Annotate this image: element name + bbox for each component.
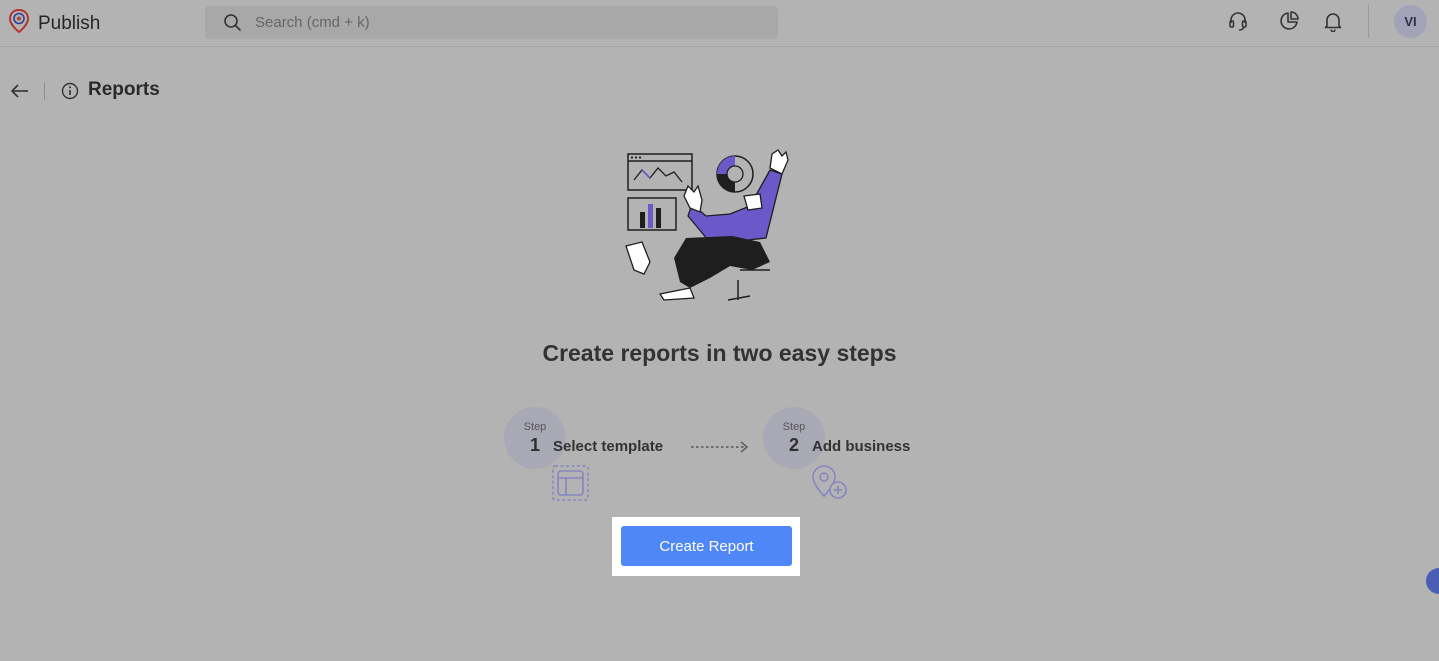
step-2-word: Step (782, 421, 806, 433)
top-bar: Publish VI (0, 0, 1439, 47)
pie-chart-icon[interactable] (1278, 10, 1300, 32)
step-2-label: Add business (812, 438, 911, 455)
headset-support-icon[interactable] (1227, 10, 1249, 32)
bell-icon[interactable] (1322, 10, 1344, 33)
dotted-arrow-icon (690, 440, 750, 459)
toolbar-divider (1368, 4, 1369, 38)
create-report-highlight: Create Report (612, 517, 800, 576)
page-title: Reports (88, 79, 160, 100)
step-1-label: Select template (553, 438, 664, 455)
search-bar[interactable] (205, 6, 778, 39)
publish-logo-icon (8, 8, 30, 39)
search-input[interactable] (255, 6, 755, 39)
help-widget-icon[interactable] (1426, 568, 1439, 594)
location-add-icon (810, 464, 850, 507)
step-1-word: Step (523, 421, 547, 433)
brand[interactable]: Publish (8, 8, 100, 39)
avatar[interactable]: VI (1394, 5, 1427, 38)
create-report-button[interactable]: Create Report (621, 526, 792, 566)
report-illustration-icon (620, 146, 795, 311)
template-icon (552, 465, 590, 506)
back-arrow-icon[interactable] (10, 82, 30, 100)
app-name: Publish (38, 12, 101, 34)
header-divider (44, 82, 45, 100)
info-icon[interactable] (61, 82, 79, 105)
search-icon (223, 13, 242, 37)
empty-state-headline: Create reports in two easy steps (542, 340, 897, 366)
